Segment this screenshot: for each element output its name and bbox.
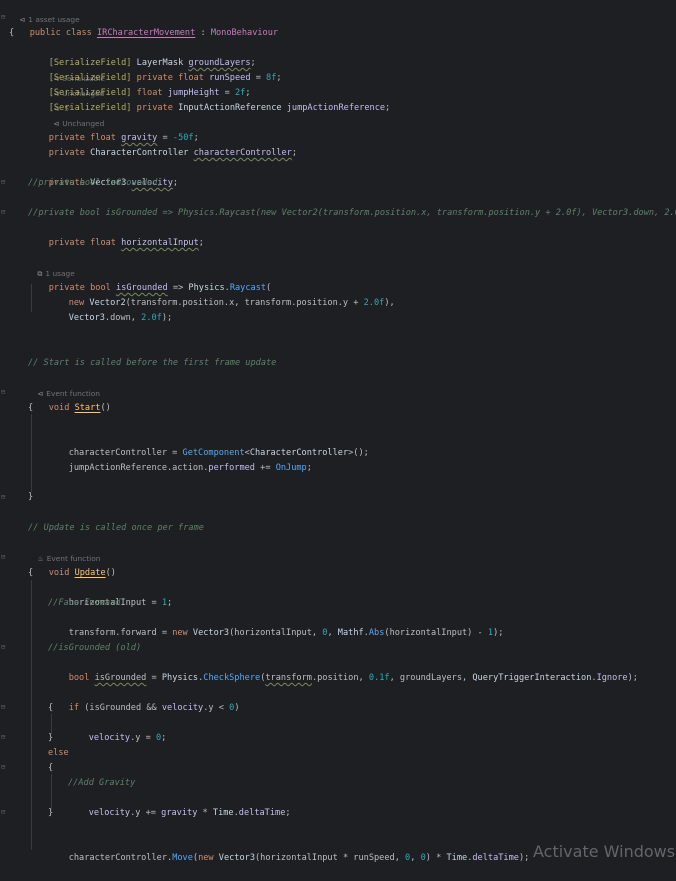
code-line: { <box>28 568 34 578</box>
indent-guide <box>31 580 32 850</box>
code-line: private bool isGrounded => Physics.Rayca… <box>48 283 272 293</box>
event-function-hint[interactable]: ♨ Event function <box>28 536 100 563</box>
code-line: transform.forward = new Vector3(horizont… <box>68 628 504 638</box>
code-line: characterController = GetComponent<Chara… <box>68 448 369 458</box>
fold-icon[interactable]: ⊟ <box>1 179 8 186</box>
code-line: [SerializeField] private float runSpeed … <box>48 73 282 98</box>
code-line: private float gravity = -50f; <box>48 133 199 143</box>
fold-icon[interactable]: ⊟ <box>1 644 8 651</box>
comment-line: //private bool isGrounded; <box>28 178 163 188</box>
code-line: horizontalInput = 1; <box>68 598 173 608</box>
windows-activation-watermark: Activate Windows <box>533 842 676 861</box>
class-name[interactable]: IRCharacterMovement <box>97 28 195 38</box>
code-editor[interactable]: ⊟ ⊟ ⊟ ⊟ ⊟ ⊟ ⊟ ⊟ ⊟ ⊟ ⊟ ⊲ 1 asset usage pub… <box>0 0 676 864</box>
code-line: velocity.y = 0; <box>88 733 167 743</box>
code-line: { <box>48 763 54 773</box>
fold-icon[interactable]: ⊟ <box>1 209 8 216</box>
method-name[interactable]: Update <box>75 568 106 578</box>
comment-line: //isGrounded (old) <box>48 643 142 653</box>
comment-line: //Add Gravity <box>68 778 136 788</box>
code-line: Vector3.down, 2.0f); <box>68 313 173 323</box>
event-function-hint[interactable]: ⊲ Event function <box>28 371 100 398</box>
code-line: void Start() <box>48 403 111 413</box>
method-name[interactable]: Start <box>75 403 101 413</box>
comment-line: // Start is called before the first fram… <box>28 358 277 368</box>
usage-hint[interactable]: ⧉ 1 usage <box>28 251 74 278</box>
code-line: public class IRCharacterMovement : MonoB… <box>29 28 279 38</box>
comment-line: //private bool isGrounded => Physics.Ray… <box>28 208 676 218</box>
fold-icon[interactable]: ⊟ <box>1 734 8 741</box>
code-line: else <box>48 748 69 758</box>
fold-icon[interactable]: ⊟ <box>1 494 8 501</box>
code-line: new Vector2(transform.position.x, transf… <box>68 298 395 308</box>
fold-icon[interactable]: ⊟ <box>1 14 8 21</box>
comment-line: // Update is called once per frame <box>28 523 204 533</box>
code-line: } <box>48 808 54 818</box>
code-line: { <box>48 703 54 713</box>
code-line: if (isGrounded && velocity.y < 0) <box>68 703 240 713</box>
code-line: } <box>28 492 34 502</box>
code-line: { <box>28 403 34 413</box>
code-line: private CharacterController characterCon… <box>48 148 298 158</box>
code-line: jumpActionReference.action.performed += … <box>68 463 312 473</box>
code-line: [SerializeField] private InputActionRefe… <box>48 103 391 128</box>
fold-icon[interactable]: ⊟ <box>1 389 8 396</box>
fold-icon[interactable]: ⊟ <box>1 764 8 771</box>
code-line: { <box>9 28 15 38</box>
indent-guide <box>51 774 52 810</box>
code-line: [SerializeField] LayerMask groundLayers;… <box>48 58 256 83</box>
code-line: void Update() <box>48 568 116 578</box>
code-line: velocity.y += gravity * Time.deltaTime; <box>88 808 291 818</box>
code-line: private Vector3 velocity; <box>48 178 179 188</box>
code-line: characterController.Move(new Vector3(hor… <box>68 853 530 863</box>
fold-icon[interactable]: ⊟ <box>1 809 8 816</box>
code-line: [SerializeField] float jumpHeight = 2f; … <box>48 88 251 113</box>
code-line: private float horizontalInput; <box>48 238 204 248</box>
code-line: } <box>48 733 54 743</box>
fold-icon[interactable]: ⊟ <box>1 704 8 711</box>
code-line: bool isGrounded = Physics.CheckSphere(tr… <box>68 673 638 683</box>
comment-line: //Face Forward <box>48 598 121 608</box>
fold-icon[interactable]: ⊟ <box>1 554 8 561</box>
